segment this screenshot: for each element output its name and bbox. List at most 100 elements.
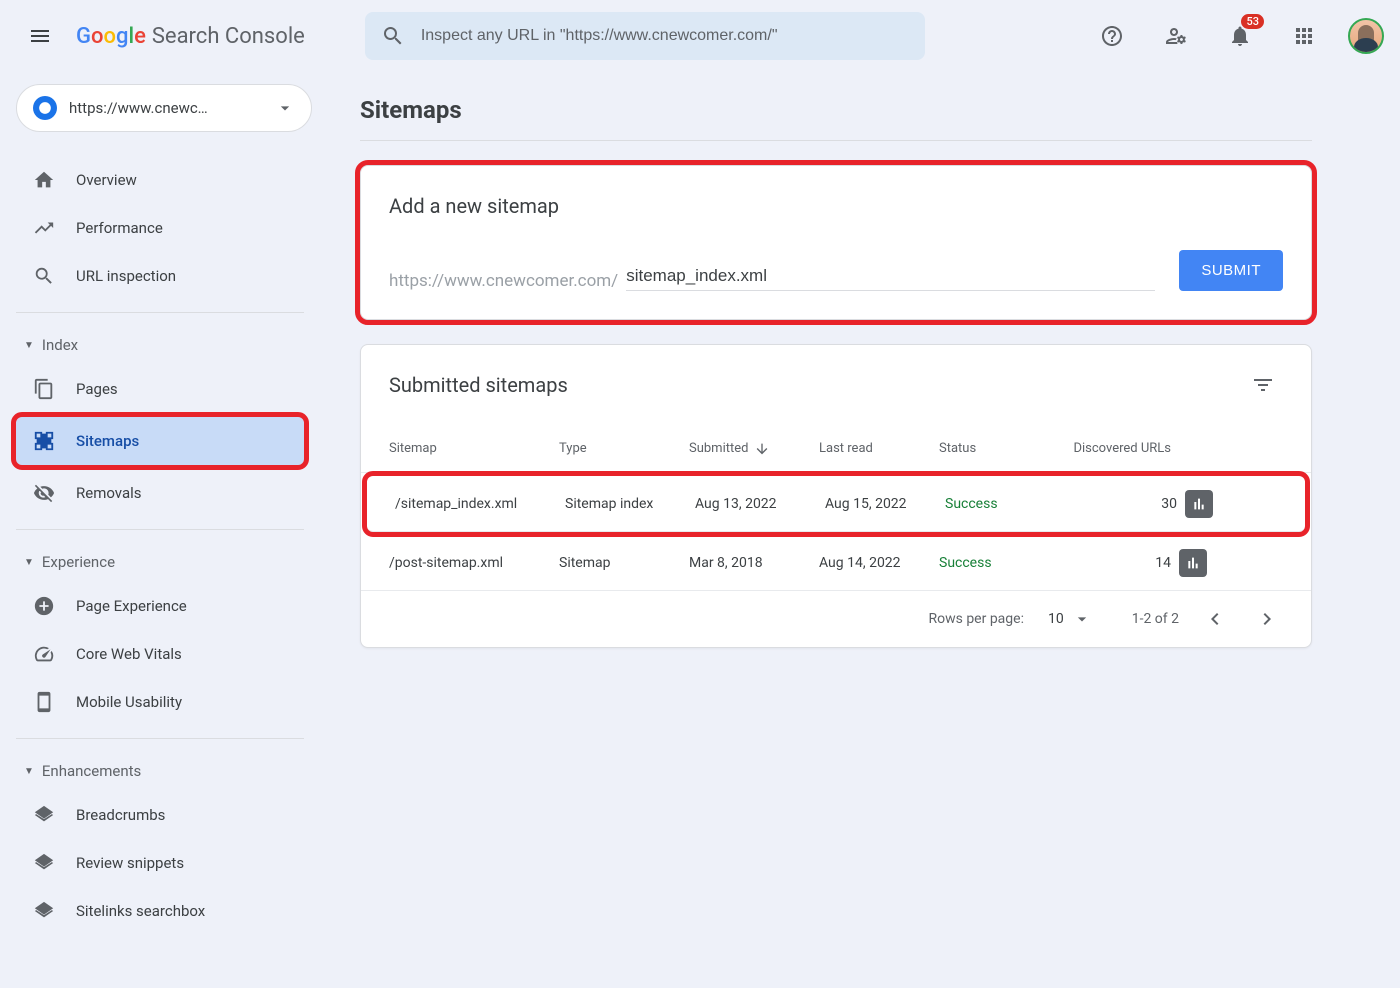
property-icon	[33, 96, 57, 120]
bar-chart-icon	[1191, 496, 1207, 512]
chevron-left-icon	[1203, 607, 1227, 631]
chevron-down-icon	[275, 98, 295, 118]
header-actions: 53	[1092, 16, 1384, 56]
rows-per-page-value[interactable]: 10	[1048, 611, 1064, 627]
sidebar-item-label: Pages	[76, 380, 118, 398]
caret-down-icon: ▼	[24, 340, 34, 351]
apps-button[interactable]	[1284, 16, 1324, 56]
pagination-range: 1-2 of 2	[1132, 611, 1179, 627]
arrow-down-icon	[754, 441, 770, 457]
table-header: Sitemap Type Submitted Last read Status …	[361, 425, 1311, 473]
sidebar-item-label: Mobile Usability	[76, 693, 182, 711]
col-discovered-urls[interactable]: Discovered URLs	[1069, 441, 1179, 456]
col-type[interactable]: Type	[559, 441, 689, 456]
sidebar-section-index[interactable]: ▼ Index	[16, 325, 320, 365]
sidebar-section-label: Experience	[42, 553, 115, 571]
layers-icon	[32, 899, 56, 923]
sidebar-section-label: Index	[42, 336, 78, 354]
pages-icon	[32, 377, 56, 401]
users-button[interactable]	[1156, 16, 1196, 56]
cell-urls: 14	[1069, 555, 1179, 571]
help-icon	[1100, 24, 1124, 48]
menu-button[interactable]	[16, 12, 64, 60]
home-icon	[32, 168, 56, 192]
sidebar-item-overview[interactable]: Overview	[16, 156, 304, 204]
view-report-button[interactable]	[1179, 549, 1207, 577]
cell-urls: 30	[1075, 496, 1185, 512]
sitemaps-table: Sitemap Type Submitted Last read Status …	[361, 425, 1311, 591]
sidebar-section-enhancements[interactable]: ▼ Enhancements	[16, 751, 320, 791]
cell-submitted: Aug 13, 2022	[695, 496, 825, 512]
url-prefix-label: https://www.cnewcomer.com/	[389, 271, 618, 291]
sidebar-section-label: Enhancements	[42, 762, 141, 780]
main-content: Sitemaps Add a new sitemap https://www.c…	[320, 72, 1400, 988]
cell-sitemap: /sitemap_index.xml	[395, 496, 565, 512]
chevron-down-icon[interactable]	[1072, 609, 1092, 629]
pagination: Rows per page: 10 1-2 of 2	[361, 591, 1311, 647]
sidebar-item-label: Page Experience	[76, 597, 187, 615]
search-icon	[32, 264, 56, 288]
property-selector[interactable]: https://www.cnewc…	[16, 84, 312, 132]
rows-per-page-label: Rows per page:	[928, 611, 1023, 627]
help-button[interactable]	[1092, 16, 1132, 56]
caret-down-icon: ▼	[24, 766, 34, 777]
sidebar-item-page-experience[interactable]: Page Experience	[16, 582, 304, 630]
sidebar-item-review-snippets[interactable]: Review snippets	[16, 839, 304, 887]
sidebar-item-label: URL inspection	[76, 267, 176, 285]
visibility-off-icon	[32, 481, 56, 505]
layers-icon	[32, 803, 56, 827]
table-row[interactable]: /post-sitemap.xml Sitemap Mar 8, 2018 Au…	[361, 535, 1311, 591]
filter-icon	[1251, 373, 1275, 397]
mobile-icon	[32, 690, 56, 714]
logo[interactable]: Google Search Console	[76, 24, 305, 49]
prev-page-button[interactable]	[1199, 603, 1231, 635]
sidebar-item-label: Breadcrumbs	[76, 806, 165, 824]
sidebar-item-performance[interactable]: Performance	[16, 204, 304, 252]
cell-last-read: Aug 15, 2022	[825, 496, 945, 512]
col-submitted[interactable]: Submitted	[689, 441, 819, 457]
notification-badge: 53	[1241, 14, 1264, 29]
sidebar-item-label: Overview	[76, 171, 137, 189]
bar-chart-icon	[1185, 555, 1201, 571]
col-status[interactable]: Status	[939, 441, 1069, 456]
cell-type: Sitemap	[559, 555, 689, 571]
sidebar-item-label: Review snippets	[76, 854, 184, 872]
submitted-sitemaps-title: Submitted sitemaps	[389, 373, 568, 397]
sidebar-item-breadcrumbs[interactable]: Breadcrumbs	[16, 791, 304, 839]
add-sitemap-card: Add a new sitemap https://www.cnewcomer.…	[360, 165, 1312, 320]
layers-icon	[32, 851, 56, 875]
notifications-button[interactable]: 53	[1220, 16, 1260, 56]
filter-button[interactable]	[1243, 365, 1283, 405]
col-sitemap[interactable]: Sitemap	[389, 441, 559, 456]
cell-type: Sitemap index	[565, 496, 695, 512]
trend-icon	[32, 216, 56, 240]
speed-icon	[32, 642, 56, 666]
url-inspect-input[interactable]	[421, 27, 909, 45]
sidebar-item-sitemaps[interactable]: Sitemaps	[16, 417, 304, 465]
col-last-read[interactable]: Last read	[819, 441, 939, 456]
property-url: https://www.cnewc…	[69, 99, 263, 117]
sidebar-item-core-web-vitals[interactable]: Core Web Vitals	[16, 630, 304, 678]
sidebar-item-url-inspection[interactable]: URL inspection	[16, 252, 304, 300]
cell-status: Success	[945, 496, 1075, 512]
sidebar-section-experience[interactable]: ▼ Experience	[16, 542, 320, 582]
account-avatar[interactable]	[1348, 18, 1384, 54]
sidebar: https://www.cnewc… Overview Performance …	[0, 72, 320, 988]
url-inspect-search[interactable]	[365, 12, 925, 60]
sidebar-item-mobile-usability[interactable]: Mobile Usability	[16, 678, 304, 726]
next-page-button[interactable]	[1251, 603, 1283, 635]
circle-plus-icon	[32, 594, 56, 618]
sitemap-url-input[interactable]	[626, 262, 1155, 291]
header: Google Search Console 53	[0, 0, 1400, 72]
cell-sitemap: /post-sitemap.xml	[389, 555, 559, 571]
table-row[interactable]: /sitemap_index.xml Sitemap index Aug 13,…	[367, 476, 1305, 532]
cell-last-read: Aug 14, 2022	[819, 555, 939, 571]
sidebar-item-pages[interactable]: Pages	[16, 365, 304, 413]
view-report-button[interactable]	[1185, 490, 1213, 518]
cell-submitted: Mar 8, 2018	[689, 555, 819, 571]
sidebar-item-sitelinks-searchbox[interactable]: Sitelinks searchbox	[16, 887, 304, 935]
apps-grid-icon	[1292, 24, 1316, 48]
sidebar-item-removals[interactable]: Removals	[16, 469, 304, 517]
submit-button[interactable]: SUBMIT	[1179, 250, 1283, 291]
person-settings-icon	[1164, 24, 1188, 48]
